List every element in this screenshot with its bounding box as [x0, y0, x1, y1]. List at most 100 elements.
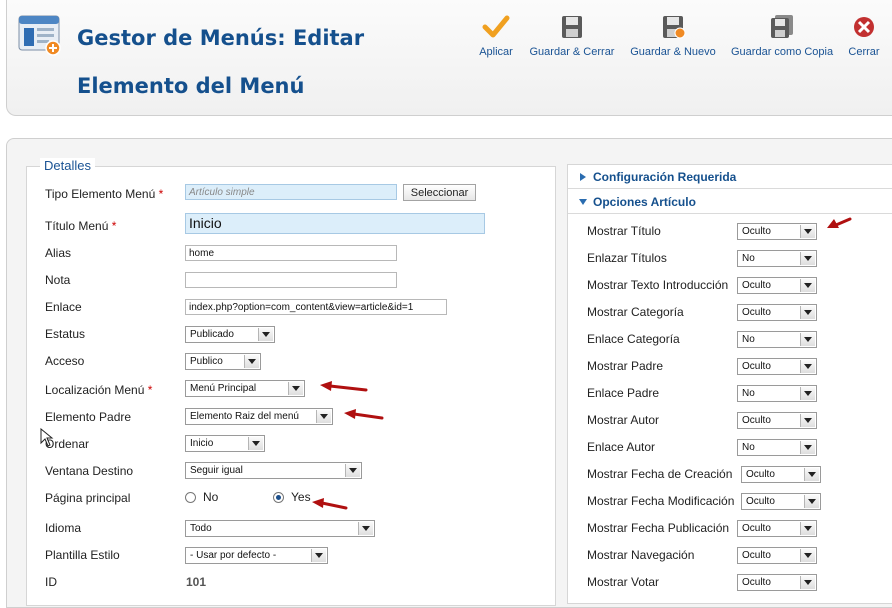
option-value: No [742, 388, 755, 399]
apply-button[interactable]: Aplicar [476, 14, 516, 58]
dropdown-arrow-icon [800, 414, 815, 427]
enlace-input[interactable]: index.php?option=com_content&view=articl… [185, 299, 447, 315]
option-label: Enlace Autor [587, 440, 656, 454]
option-value: Oculto [742, 550, 771, 561]
padre-label: Elemento Padre [45, 410, 132, 424]
apply-label: Aplicar [479, 46, 513, 58]
ventana-value: Seguir igual [190, 465, 243, 476]
close-button[interactable]: Cerrar [846, 14, 882, 58]
dropdown-arrow-icon [800, 360, 815, 373]
option-select[interactable]: Oculto [737, 520, 817, 537]
dropdown-arrow-icon [800, 549, 815, 562]
save-copy-label: Guardar como Copia [731, 46, 834, 58]
article-options-header[interactable]: Opciones Artículo [568, 190, 892, 214]
padre-select[interactable]: Elemento Raiz del menú [185, 408, 333, 425]
config-required-header[interactable]: Configuración Requerida [568, 165, 892, 189]
ventana-select[interactable]: Seguir igual [185, 462, 362, 479]
annotation-arrow-icon [344, 409, 384, 420]
close-label: Cerrar [848, 46, 880, 58]
option-select[interactable]: Oculto [737, 412, 817, 429]
mouse-cursor-icon [40, 428, 54, 447]
option-select[interactable]: No [737, 331, 817, 348]
option-select[interactable]: No [737, 385, 817, 402]
home-yes-radio[interactable] [273, 492, 284, 503]
option-label: Mostrar Texto Introducción [587, 278, 729, 292]
acceso-select[interactable]: Publico [185, 353, 261, 370]
alias-input[interactable]: home [185, 245, 397, 261]
option-label: Mostrar Fecha Modificación [587, 494, 735, 508]
save-new-icon [663, 16, 686, 39]
option-label: Mostrar Votar [587, 575, 660, 589]
option-value: Oculto [742, 577, 771, 588]
tipo-input[interactable]: Artículo simple [185, 184, 397, 200]
save-new-label: Guardar & Nuevo [630, 46, 716, 58]
option-select[interactable]: No [737, 439, 817, 456]
estatus-value: Publicado [190, 329, 234, 340]
titulo-input[interactable]: Inicio [185, 213, 485, 234]
id-label: ID [45, 575, 57, 589]
estatus-select[interactable]: Publicado [185, 326, 275, 343]
option-select[interactable]: Oculto [737, 358, 817, 375]
padre-value: Elemento Raiz del menú [190, 411, 299, 422]
acceso-value: Publico [190, 356, 223, 367]
option-select[interactable]: Oculto [737, 574, 817, 591]
idioma-label: Idioma [45, 521, 82, 535]
option-label: Mostrar Categoría [587, 305, 684, 319]
nota-label: Nota [45, 273, 71, 287]
dropdown-arrow-icon [358, 522, 373, 535]
option-value: No [742, 334, 755, 345]
article-options-title: Opciones Artículo [593, 195, 696, 209]
alias-label: Alias [45, 246, 72, 260]
option-value: Oculto [746, 496, 775, 507]
localizacion-value: Menú Principal [190, 383, 257, 394]
home-no-radio[interactable] [185, 492, 196, 503]
option-label: Enlace Padre [587, 386, 660, 400]
localizacion-label: Localización Menú * [45, 383, 152, 397]
dropdown-arrow-icon [800, 306, 815, 319]
option-value: Oculto [742, 361, 771, 372]
option-value: No [742, 442, 755, 453]
select-type-button[interactable]: Seleccionar [403, 184, 476, 201]
annotation-arrow-icon [827, 217, 852, 228]
option-select[interactable]: Oculto [737, 304, 817, 321]
idioma-value: Todo [190, 523, 212, 534]
menu-manager-icon [18, 15, 61, 56]
save-close-button[interactable]: Guardar & Cerrar [528, 14, 616, 58]
dropdown-arrow-icon [800, 522, 815, 535]
dropdown-arrow-icon [800, 252, 815, 265]
ordenar-select[interactable]: Inicio [185, 435, 265, 452]
option-label: Enlace Categoría [587, 332, 680, 346]
idioma-select[interactable]: Todo [185, 520, 375, 537]
tipo-label: Tipo Elemento Menú * [45, 187, 163, 201]
titulo-label: Título Menú * [45, 219, 116, 233]
option-select[interactable]: Oculto [737, 547, 817, 564]
option-select[interactable]: Oculto [737, 277, 817, 294]
required-mark: * [111, 219, 117, 233]
save-copy-button[interactable]: Guardar como Copia [731, 14, 833, 58]
page-title: Gestor de Menús: Editar Elemento del Men… [77, 26, 365, 98]
titulo-label-text: Título Menú [45, 219, 109, 233]
option-select[interactable]: Oculto [741, 493, 821, 510]
localizacion-select[interactable]: Menú Principal [185, 380, 305, 397]
option-value: Oculto [742, 280, 771, 291]
option-value: Oculto [742, 226, 771, 237]
option-select[interactable]: Oculto [737, 223, 817, 240]
option-select[interactable]: Oculto [741, 466, 821, 483]
save-icon [562, 16, 582, 38]
dropdown-arrow-icon [248, 437, 263, 450]
plantilla-select[interactable]: - Usar por defecto - [185, 547, 328, 564]
option-label: Mostrar Autor [587, 413, 660, 427]
ordenar-value: Inicio [190, 438, 214, 449]
pagina-label: Página principal [45, 491, 131, 505]
option-label: Mostrar Padre [587, 359, 664, 373]
dropdown-arrow-icon [244, 355, 259, 368]
dropdown-arrow-icon [288, 382, 303, 395]
plantilla-label: Plantilla Estilo [45, 548, 120, 562]
save-new-button[interactable]: Guardar & Nuevo [629, 14, 717, 58]
dropdown-arrow-icon [800, 576, 815, 589]
dropdown-arrow-icon [258, 328, 273, 341]
required-mark: * [158, 187, 164, 201]
option-value: Oculto [742, 415, 771, 426]
option-select[interactable]: No [737, 250, 817, 267]
nota-input[interactable] [185, 272, 397, 288]
